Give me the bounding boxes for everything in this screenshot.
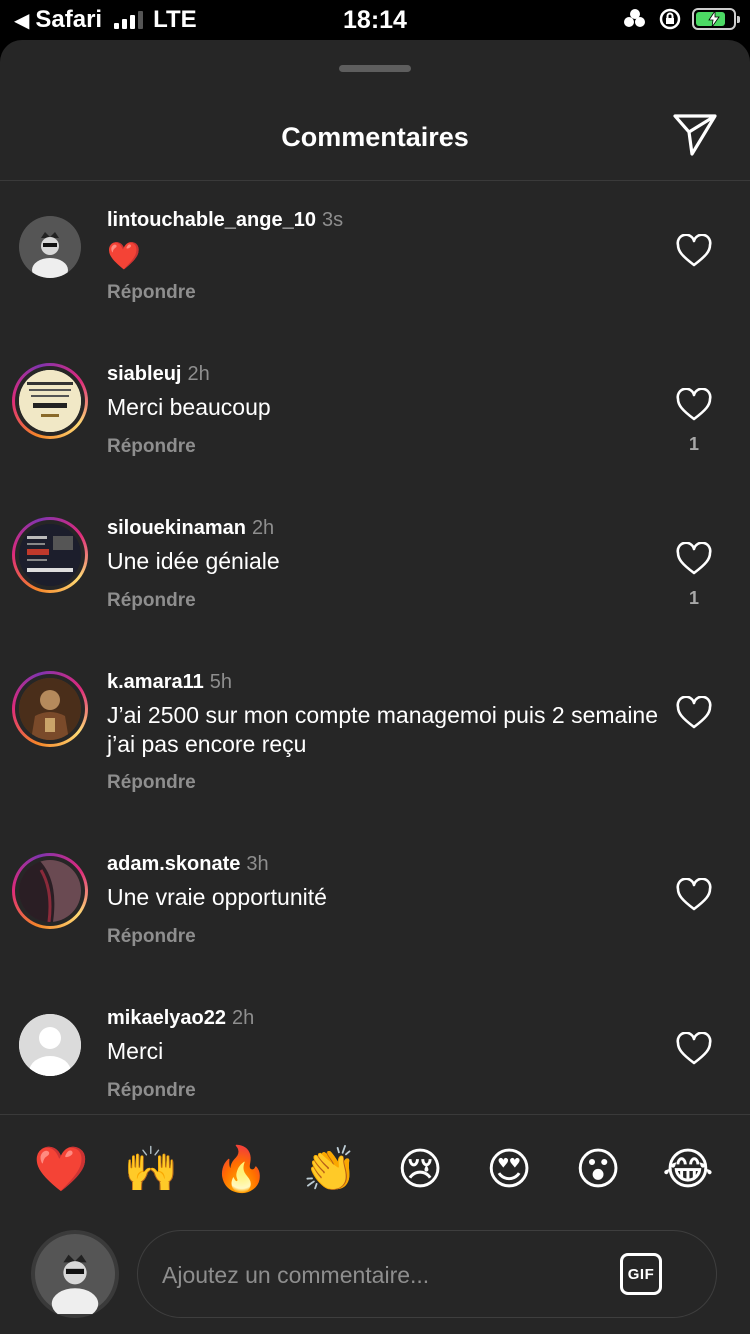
comment-item: adam.skonate 3h Une vraie opportunité Rép… (0, 825, 750, 979)
comment-item: k.amara11 5h J’ai 2500 sur mon compte man… (0, 643, 750, 825)
comment-text: Merci beaucoup (107, 394, 271, 420)
status-right (622, 7, 740, 31)
reply-button[interactable]: Répondre (107, 926, 196, 948)
like-count: 1 (688, 588, 699, 608)
reaction-raised-hands[interactable]: 🙌 (121, 1145, 181, 1195)
reaction-heart[interactable]: ❤️ (31, 1145, 91, 1195)
comment-username[interactable]: mikaelyao22 (107, 1007, 226, 1029)
reply-button[interactable]: Répondre (107, 436, 196, 458)
heart-icon[interactable] (676, 234, 712, 268)
activity-icon (624, 9, 645, 27)
comment-text: Merci (107, 1038, 164, 1064)
heart-icon[interactable] (676, 878, 712, 912)
comment-time: 2h (251, 517, 275, 539)
avatar[interactable] (12, 209, 88, 285)
reply-button[interactable]: Répondre (107, 772, 196, 794)
comment-text: J’ai 2500 sur mon compte managemoi puis … (107, 702, 659, 757)
like-count: 1 (688, 434, 699, 454)
avatar[interactable] (12, 853, 88, 929)
avatar[interactable] (12, 363, 88, 439)
comment-composer: GIF (0, 1230, 750, 1334)
comment-username[interactable]: siableuj (107, 363, 181, 385)
comments-sheet: Commentaires lintouchable_ange_10 3s ❤️ … (0, 40, 750, 1334)
avatar[interactable] (12, 1007, 88, 1083)
heart-icon[interactable] (676, 542, 712, 576)
comment-text: Une idée géniale (107, 548, 280, 574)
heart-icon[interactable] (676, 1032, 712, 1066)
comment-item: siableuj 2h Merci beaucoup Répondre 1 (0, 335, 750, 489)
comment-time: 3h (246, 853, 269, 875)
comment-time: 2h (231, 1007, 255, 1029)
comment-item: lintouchable_ange_10 3s ❤️ Répondre (0, 181, 750, 335)
my-avatar (31, 1230, 119, 1318)
user-avatar-icon (19, 370, 81, 432)
comment-input[interactable] (162, 1253, 602, 1297)
status-bar: ◀ Safari LTE 18:14 (0, 0, 750, 40)
avatar[interactable] (12, 671, 88, 747)
quick-reactions-bar: ❤️ 🙌 🔥 👏 😢 😍 😮 😂 (0, 1114, 750, 1230)
reaction-crying[interactable]: 😢 (390, 1145, 450, 1195)
avatar[interactable] (12, 517, 88, 593)
sheet-title: Commentaires (281, 122, 469, 152)
comment-input-box[interactable]: GIF (137, 1230, 717, 1318)
reaction-surprised[interactable]: 😮 (568, 1145, 628, 1195)
default-avatar-icon (19, 1014, 81, 1076)
reply-button[interactable]: Répondre (107, 282, 196, 304)
comment-username[interactable]: adam.skonate (107, 853, 240, 875)
reaction-laughing[interactable]: 😂 (658, 1145, 718, 1195)
comment-username[interactable]: lintouchable_ange_10 (107, 209, 316, 231)
reaction-heart-eyes[interactable]: 😍 (479, 1145, 539, 1195)
sheet-grabber[interactable] (339, 65, 411, 72)
reply-button[interactable]: Répondre (107, 1080, 196, 1102)
comment-username[interactable]: k.amara11 (107, 671, 204, 693)
paper-plane-icon[interactable] (672, 112, 718, 158)
charging-bolt-icon (708, 11, 720, 27)
comment-time: 2h (187, 363, 210, 385)
user-avatar-icon (19, 678, 81, 740)
reply-button[interactable]: Répondre (107, 590, 196, 612)
comment-item: mikaelyao22 2h Merci Répondre (0, 979, 750, 1114)
reaction-clap[interactable]: 👏 (300, 1145, 360, 1195)
heart-icon[interactable] (676, 388, 712, 422)
comment-item: silouekinaman 2h Une idée géniale Répondr… (0, 489, 750, 643)
user-avatar-icon (19, 216, 81, 278)
gif-button[interactable]: GIF (620, 1253, 662, 1295)
user-avatar-icon (19, 860, 81, 922)
comment-text: ❤️ (107, 241, 141, 271)
heart-icon[interactable] (676, 696, 712, 730)
sheet-header: Commentaires (0, 100, 750, 180)
comment-time: 3s (321, 209, 344, 231)
reaction-fire[interactable]: 🔥 (211, 1145, 271, 1195)
user-avatar-icon (35, 1234, 115, 1314)
comment-time: 5h (209, 671, 233, 693)
battery-icon (692, 8, 740, 30)
comments-list[interactable]: lintouchable_ange_10 3s ❤️ Répondre siabl… (0, 181, 750, 1114)
orientation-lock-icon (659, 8, 681, 30)
user-avatar-icon (19, 524, 81, 586)
comment-text: Une vraie opportunité (107, 884, 327, 910)
comment-username[interactable]: silouekinaman (107, 517, 246, 539)
